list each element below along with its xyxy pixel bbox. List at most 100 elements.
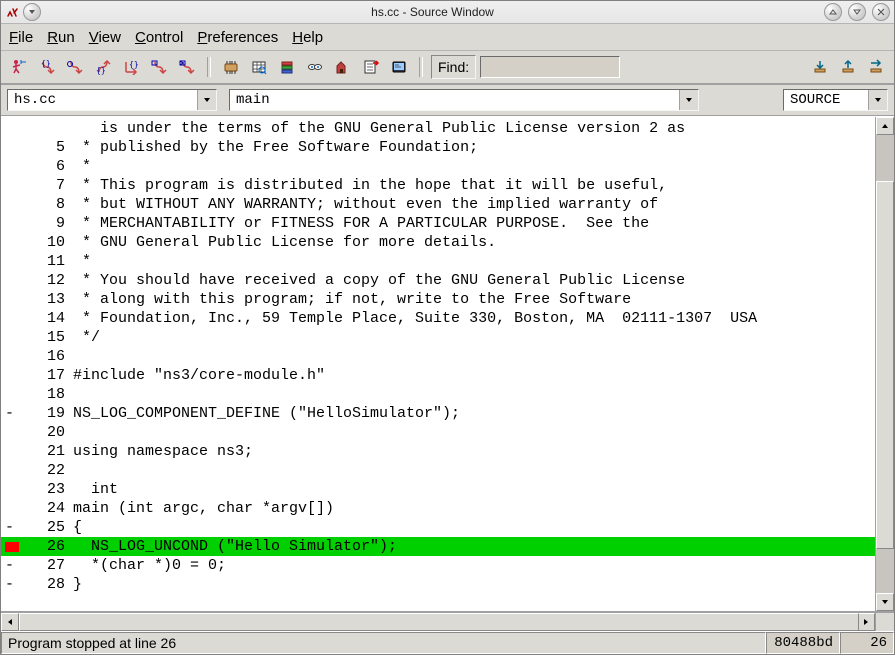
continue-icon[interactable]: {} xyxy=(119,55,143,79)
close-button[interactable] xyxy=(872,3,890,21)
line-text: * xyxy=(73,252,91,271)
line-number: 6 xyxy=(19,157,73,176)
vertical-scrollbar[interactable] xyxy=(875,117,894,611)
memory-icon[interactable] xyxy=(247,55,271,79)
file-combo-value: hs.cc xyxy=(8,90,197,110)
line-text: * MERCHANTABILITY or FITNESS FOR A PARTI… xyxy=(73,214,649,233)
menu-view[interactable]: View xyxy=(89,29,121,46)
statusbar: Program stopped at line 26 80488bd 26 xyxy=(1,631,894,654)
watch-icon[interactable] xyxy=(303,55,327,79)
next-asm-icon[interactable] xyxy=(175,55,199,79)
svg-text:{}: {} xyxy=(41,59,51,68)
registers-icon[interactable] xyxy=(219,55,243,79)
code-line[interactable]: 26 NS_LOG_UNCOND ("Hello Simulator"); xyxy=(1,537,875,556)
code-listing[interactable]: is under the terms of the GNU General Pu… xyxy=(1,117,875,594)
step-icon[interactable]: {} xyxy=(35,55,59,79)
gutter-mark[interactable]: - xyxy=(1,404,19,423)
svg-text:{}: {} xyxy=(96,66,106,75)
code-line[interactable]: 11 * xyxy=(1,252,875,271)
window-menu-button[interactable] xyxy=(23,3,41,21)
code-line[interactable]: -27 *(char *)0 = 0; xyxy=(1,556,875,575)
code-line[interactable]: 23 int xyxy=(1,480,875,499)
menu-run[interactable]: Run xyxy=(47,29,75,46)
finish-icon[interactable]: {} xyxy=(91,55,115,79)
file-combo[interactable]: hs.cc xyxy=(7,89,217,111)
code-line[interactable]: 10 * GNU General Public License for more… xyxy=(1,233,875,252)
line-number: 7 xyxy=(19,176,73,195)
gutter-mark[interactable]: - xyxy=(1,575,19,594)
line-text: { xyxy=(73,518,82,537)
line-text: NS_LOG_COMPONENT_DEFINE ("HelloSimulator… xyxy=(73,404,460,423)
step-asm-icon[interactable] xyxy=(147,55,171,79)
chevron-down-icon[interactable] xyxy=(868,90,887,110)
code-line[interactable]: 8 * but WITHOUT ANY WARRANTY; without ev… xyxy=(1,195,875,214)
next-icon[interactable] xyxy=(63,55,87,79)
scroll-right-icon[interactable] xyxy=(857,613,875,631)
gutter-mark[interactable]: - xyxy=(1,518,19,537)
code-line[interactable]: -19NS_LOG_COMPONENT_DEFINE ("HelloSimula… xyxy=(1,404,875,423)
menu-preferences[interactable]: Preferences xyxy=(197,29,278,46)
code-line[interactable]: 22 xyxy=(1,461,875,480)
line-text: is under the terms of the GNU General Pu… xyxy=(73,119,685,138)
maximize-button[interactable] xyxy=(848,3,866,21)
code-line[interactable]: 13 * along with this program; if not, wr… xyxy=(1,290,875,309)
code-line[interactable]: 9 * MERCHANTABILITY or FITNESS FOR A PAR… xyxy=(1,214,875,233)
chevron-down-icon[interactable] xyxy=(197,90,216,110)
code-line[interactable]: 15 */ xyxy=(1,328,875,347)
run-icon[interactable] xyxy=(7,55,31,79)
line-text: * GNU General Public License for more de… xyxy=(73,233,496,252)
line-text: NS_LOG_UNCOND ("Hello Simulator"); xyxy=(73,537,397,556)
find-input[interactable] xyxy=(480,56,620,78)
code-line[interactable]: 14 * Foundation, Inc., 59 Temple Place, … xyxy=(1,309,875,328)
line-text: * but WITHOUT ANY WARRANTY; without even… xyxy=(73,195,658,214)
line-text: using namespace ns3; xyxy=(73,442,253,461)
breakpoints-icon[interactable] xyxy=(359,55,383,79)
source-view: is under the terms of the GNU General Pu… xyxy=(1,116,894,612)
horizontal-scrollbar[interactable] xyxy=(1,612,894,631)
line-number: 23 xyxy=(19,480,73,499)
code-line[interactable]: 7 * This program is distributed in the h… xyxy=(1,176,875,195)
menu-control[interactable]: Control xyxy=(135,29,183,46)
down-frame-icon[interactable] xyxy=(808,55,832,79)
code-line[interactable]: 12 * You should have received a copy of … xyxy=(1,271,875,290)
code-line[interactable]: 17#include "ns3/core-module.h" xyxy=(1,366,875,385)
scrollbar-thumb[interactable] xyxy=(876,181,894,549)
scroll-up-icon[interactable] xyxy=(876,117,894,135)
up-frame-icon[interactable] xyxy=(836,55,860,79)
code-line[interactable]: 20 xyxy=(1,423,875,442)
line-number: 24 xyxy=(19,499,73,518)
scroll-left-icon[interactable] xyxy=(1,613,19,631)
goto-frame-icon[interactable] xyxy=(864,55,888,79)
line-number: 10 xyxy=(19,233,73,252)
scrollbar-thumb[interactable] xyxy=(19,613,859,631)
locals-icon[interactable] xyxy=(331,55,355,79)
code-line[interactable]: is under the terms of the GNU General Pu… xyxy=(1,119,875,138)
function-combo[interactable]: main xyxy=(229,89,699,111)
code-line[interactable]: 18 xyxy=(1,385,875,404)
line-number: 8 xyxy=(19,195,73,214)
chevron-down-icon[interactable] xyxy=(679,90,698,110)
status-address: 80488bd xyxy=(766,632,840,654)
menu-file[interactable]: File xyxy=(9,29,33,46)
stack-icon[interactable] xyxy=(275,55,299,79)
titlebar: hs.cc - Source Window xyxy=(1,1,894,24)
status-line: 26 xyxy=(840,632,894,654)
code-line[interactable]: 5 * published by the Free Software Found… xyxy=(1,138,875,157)
mode-combo[interactable]: SOURCE xyxy=(783,89,888,111)
gutter-mark[interactable]: - xyxy=(1,556,19,575)
code-line[interactable]: 24main (int argc, char *argv[]) xyxy=(1,499,875,518)
code-line[interactable]: 21using namespace ns3; xyxy=(1,442,875,461)
line-number: 11 xyxy=(19,252,73,271)
code-line[interactable]: -28} xyxy=(1,575,875,594)
line-number: 14 xyxy=(19,309,73,328)
code-line[interactable]: 6 * xyxy=(1,157,875,176)
console-icon[interactable] xyxy=(387,55,411,79)
minimize-button[interactable] xyxy=(824,3,842,21)
scroll-down-icon[interactable] xyxy=(876,593,894,611)
line-text: * You should have received a copy of the… xyxy=(73,271,685,290)
line-text: */ xyxy=(73,328,100,347)
menu-help[interactable]: Help xyxy=(292,29,323,46)
code-line[interactable]: 16 xyxy=(1,347,875,366)
gutter-mark[interactable] xyxy=(5,542,19,552)
code-line[interactable]: -25{ xyxy=(1,518,875,537)
